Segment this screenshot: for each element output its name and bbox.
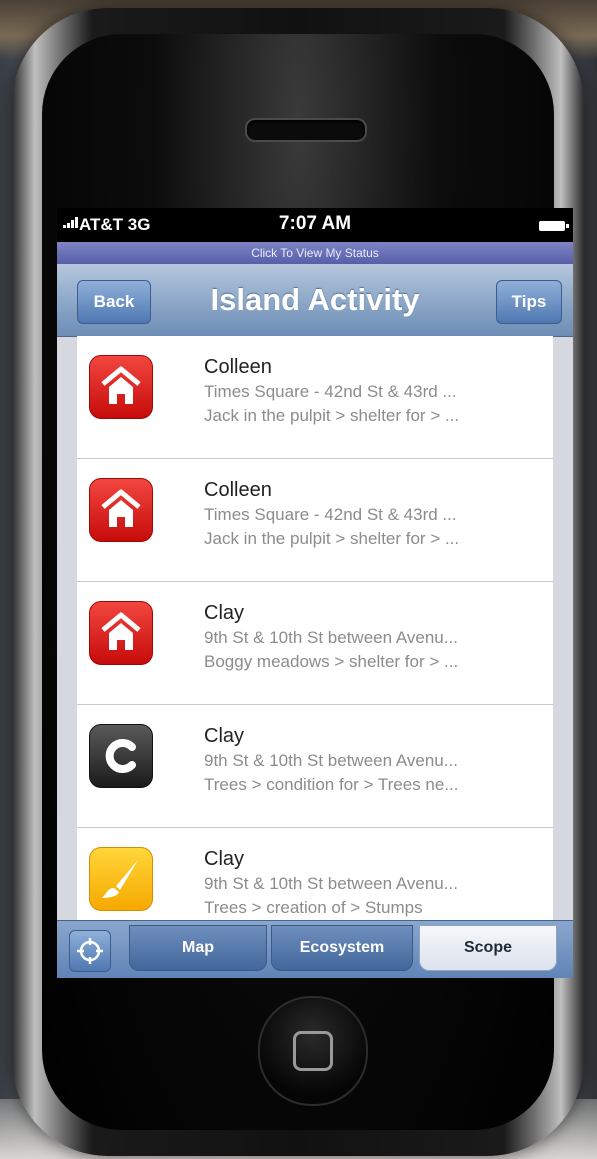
item-relationship: Jack in the pulpit > shelter for > ... [204, 406, 460, 425]
list-item[interactable]: Clay 9th St & 10th St between Avenu... B… [77, 582, 553, 705]
item-title: Clay [204, 602, 245, 624]
house-icon [89, 355, 153, 419]
tab-map[interactable]: Map [129, 925, 267, 971]
tab-scope[interactable]: Scope [419, 925, 557, 971]
house-icon [89, 601, 153, 665]
item-title: Clay [204, 725, 245, 747]
item-relationship: Trees > condition for > Trees ne... [204, 775, 459, 794]
list-item[interactable]: Clay 9th St & 10th St between Avenu... T… [77, 705, 553, 828]
item-location: Times Square - 42nd St & 43rd ... [204, 382, 457, 401]
list-item[interactable]: Clay 9th St & 10th St between Avenu... T… [77, 828, 553, 920]
list-item[interactable]: Colleen Times Square - 42nd St & 43rd ..… [77, 336, 553, 459]
list-item[interactable]: Colleen Times Square - 42nd St & 43rd ..… [77, 459, 553, 582]
phone-screen: AT&T 3G 7:07 AM Click To View My Status … [57, 208, 573, 978]
status-bar: AT&T 3G 7:07 AM [57, 208, 573, 242]
item-title: Colleen [204, 356, 272, 378]
tab-ecosystem[interactable]: Ecosystem [271, 925, 413, 971]
paintbrush-icon [89, 847, 153, 911]
navigation-bar: Back Island Activity Tips [57, 264, 573, 337]
house-icon [89, 478, 153, 542]
battery-icon [539, 221, 569, 231]
page-title: Island Activity [210, 282, 420, 317]
item-relationship: Trees > creation of > Stumps [204, 898, 423, 917]
view-status-link[interactable]: Click To View My Status [57, 242, 573, 264]
item-location: Times Square - 42nd St & 43rd ... [204, 505, 457, 524]
tab-bar: Map Ecosystem Scope [57, 920, 573, 978]
earpiece-speaker [245, 118, 367, 142]
clock: 7:07 AM [278, 213, 352, 234]
item-relationship: Boggy meadows > shelter for > ... [204, 652, 459, 671]
locate-button[interactable] [69, 930, 111, 972]
crosshair-icon [77, 938, 103, 964]
item-relationship: Jack in the pulpit > shelter for > ... [204, 529, 460, 548]
item-title: Colleen [204, 479, 272, 501]
tips-button[interactable]: Tips [496, 280, 562, 324]
back-button[interactable]: Back [77, 280, 151, 324]
item-title: Clay [204, 848, 245, 870]
item-location: 9th St & 10th St between Avenu... [204, 874, 458, 893]
item-location: 9th St & 10th St between Avenu... [204, 628, 458, 647]
home-button[interactable] [258, 996, 368, 1106]
item-location: 9th St & 10th St between Avenu... [204, 751, 458, 770]
home-square-icon [293, 1031, 333, 1071]
activity-list: Colleen Times Square - 42nd St & 43rd ..… [77, 336, 553, 920]
letter-c-icon [89, 724, 153, 788]
